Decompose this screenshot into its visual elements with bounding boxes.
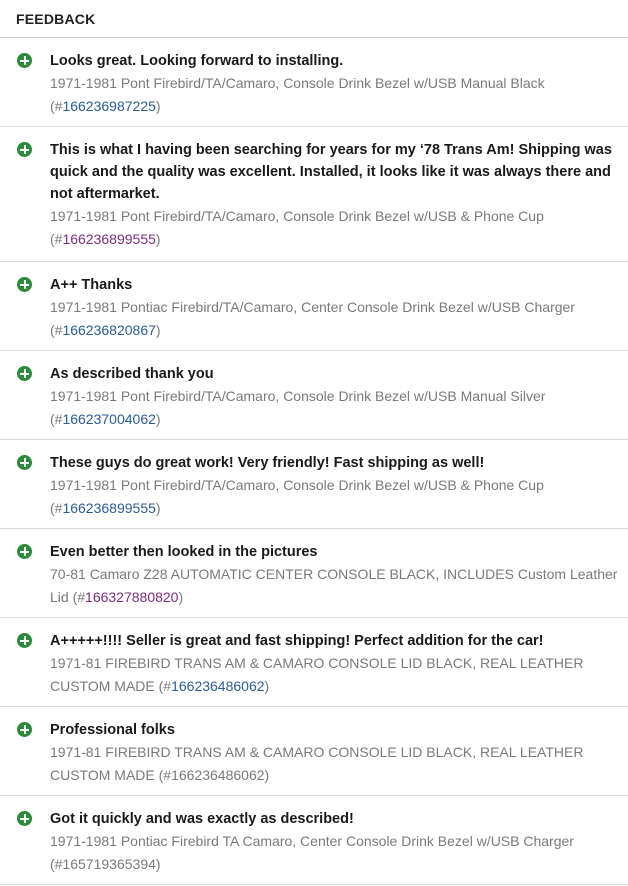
positive-feedback-icon bbox=[17, 142, 32, 157]
feedback-item: Even better then looked in the pictures … bbox=[0, 529, 628, 618]
feedback-comment: A++ Thanks bbox=[50, 277, 133, 293]
feedback-product: 1971-1981 Pontiac Firebird/TA/Camaro, Ce… bbox=[50, 299, 575, 338]
item-number-link[interactable]: 166327880820 bbox=[85, 589, 178, 605]
positive-feedback-icon bbox=[17, 366, 32, 381]
feedback-product: 1971-1981 Pont Firebird/TA/Camaro, Conso… bbox=[50, 388, 546, 427]
feedback-comment: Got it quickly and was exactly as descri… bbox=[50, 811, 354, 827]
feedback-product: 1971-1981 Pont Firebird/TA/Camaro, Conso… bbox=[50, 208, 544, 247]
product-title: 1971-1981 Pont Firebird/TA/Camaro, Conso… bbox=[50, 477, 544, 493]
feedback-comment: A+++++!!!! Seller is great and fast ship… bbox=[50, 633, 544, 649]
positive-feedback-icon bbox=[17, 722, 32, 737]
feedback-panel: FEEDBACK Looks great. Looking forward to… bbox=[0, 0, 628, 885]
feedback-item: These guys do great work! Very friendly!… bbox=[0, 440, 628, 529]
feedback-comment: This is what I having been searching for… bbox=[50, 142, 612, 202]
positive-feedback-icon bbox=[17, 53, 32, 68]
product-title: 1971-1981 Pontiac Firebird TA Camaro, Ce… bbox=[50, 833, 574, 849]
item-number-link[interactable]: 166236899555 bbox=[62, 500, 155, 516]
product-title: 1971-81 FIREBIRD TRANS AM & CAMARO CONSO… bbox=[50, 744, 584, 783]
feedback-item: Got it quickly and was exactly as descri… bbox=[0, 796, 628, 885]
product-title: 1971-1981 Pont Firebird/TA/Camaro, Conso… bbox=[50, 208, 544, 224]
item-number-link[interactable]: 166236820867 bbox=[62, 322, 155, 338]
feedback-item: This is what I having been searching for… bbox=[0, 127, 628, 262]
item-number: 166236486062 bbox=[171, 767, 265, 783]
feedback-comment: These guys do great work! Very friendly!… bbox=[50, 455, 485, 471]
item-number-link[interactable]: 166236899555 bbox=[62, 231, 155, 247]
feedback-comment: As described thank you bbox=[50, 366, 214, 382]
item-number-link[interactable]: 166236486062 bbox=[171, 678, 264, 694]
product-title: 1971-1981 Pont Firebird/TA/Camaro, Conso… bbox=[50, 388, 546, 404]
feedback-product: 70-81 Camaro Z28 AUTOMATIC CENTER CONSOL… bbox=[50, 566, 618, 605]
positive-feedback-icon bbox=[17, 277, 32, 292]
item-number-link[interactable]: 166236987225 bbox=[62, 98, 155, 114]
feedback-product: 1971-81 FIREBIRD TRANS AM & CAMARO CONSO… bbox=[50, 655, 584, 694]
feedback-item: A++ Thanks 1971-1981 Pontiac Firebird/TA… bbox=[0, 262, 628, 351]
feedback-header: FEEDBACK bbox=[0, 0, 628, 38]
product-title: 1971-1981 Pont Firebird/TA/Camaro, Conso… bbox=[50, 75, 545, 91]
feedback-product: 1971-1981 Pont Firebird/TA/Camaro, Conso… bbox=[50, 75, 545, 114]
feedback-product: 1971-81 FIREBIRD TRANS AM & CAMARO CONSO… bbox=[50, 744, 584, 783]
positive-feedback-icon bbox=[17, 811, 32, 826]
feedback-comment: Professional folks bbox=[50, 722, 175, 738]
feedback-item: Professional folks 1971-81 FIREBIRD TRAN… bbox=[0, 707, 628, 796]
feedback-product: 1971-1981 Pontiac Firebird TA Camaro, Ce… bbox=[50, 833, 574, 872]
product-title: 1971-1981 Pontiac Firebird/TA/Camaro, Ce… bbox=[50, 299, 575, 315]
feedback-item: A+++++!!!! Seller is great and fast ship… bbox=[0, 618, 628, 707]
feedback-item: Looks great. Looking forward to installi… bbox=[0, 38, 628, 127]
feedback-comment: Looks great. Looking forward to installi… bbox=[50, 53, 344, 69]
product-title: 1971-81 FIREBIRD TRANS AM & CAMARO CONSO… bbox=[50, 655, 584, 694]
feedback-product: 1971-1981 Pont Firebird/TA/Camaro, Conso… bbox=[50, 477, 544, 516]
positive-feedback-icon bbox=[17, 633, 32, 648]
positive-feedback-icon bbox=[17, 544, 32, 559]
feedback-comment: Even better then looked in the pictures bbox=[50, 544, 318, 560]
item-number: 165719365394 bbox=[62, 856, 156, 872]
item-number-link[interactable]: 166237004062 bbox=[62, 411, 155, 427]
feedback-item: As described thank you 1971-1981 Pont Fi… bbox=[0, 351, 628, 440]
positive-feedback-icon bbox=[17, 455, 32, 470]
